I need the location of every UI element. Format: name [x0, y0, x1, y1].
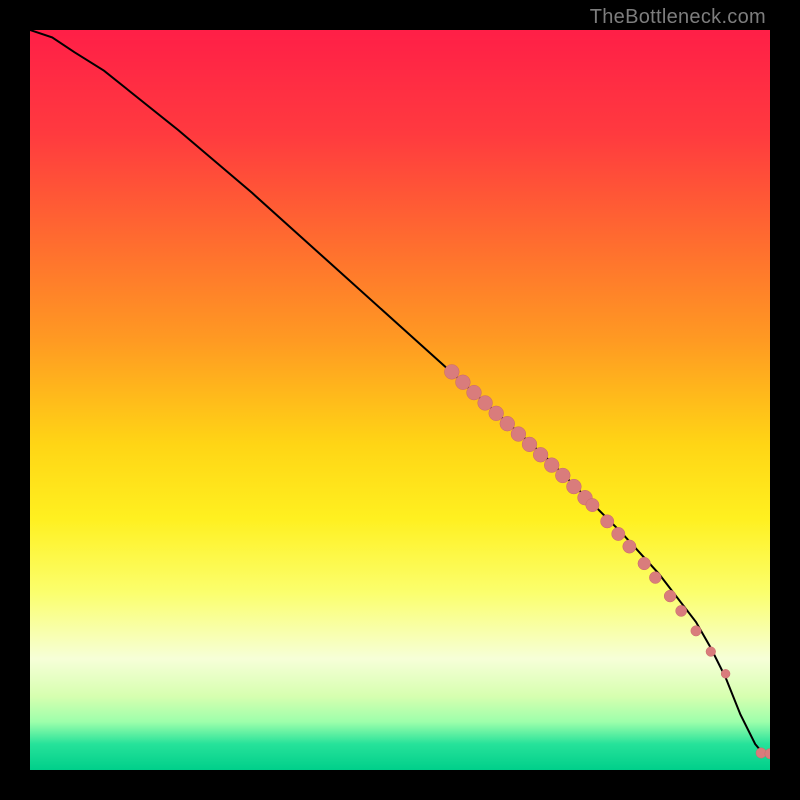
data-marker	[586, 498, 599, 511]
data-marker	[555, 468, 570, 483]
data-marker	[567, 479, 582, 494]
data-marker	[489, 406, 504, 421]
data-marker	[533, 447, 548, 462]
plot-background	[30, 30, 770, 770]
data-marker	[721, 669, 730, 678]
stage: TheBottleneck.com	[0, 0, 800, 800]
data-marker	[511, 427, 526, 442]
data-marker	[638, 557, 651, 570]
data-marker	[623, 540, 636, 553]
bottleneck-chart	[30, 30, 770, 770]
data-marker	[456, 375, 471, 390]
data-marker	[706, 647, 716, 657]
data-marker	[522, 437, 537, 452]
data-marker	[664, 590, 676, 602]
data-marker	[544, 458, 559, 473]
watermark-text: TheBottleneck.com	[590, 6, 766, 29]
data-marker	[612, 527, 625, 540]
data-marker	[691, 626, 701, 636]
data-marker	[601, 515, 614, 528]
data-marker	[444, 364, 459, 379]
data-marker	[500, 416, 515, 431]
data-marker	[676, 605, 687, 616]
data-marker	[649, 572, 661, 584]
data-marker	[467, 385, 482, 400]
data-marker	[478, 396, 493, 411]
